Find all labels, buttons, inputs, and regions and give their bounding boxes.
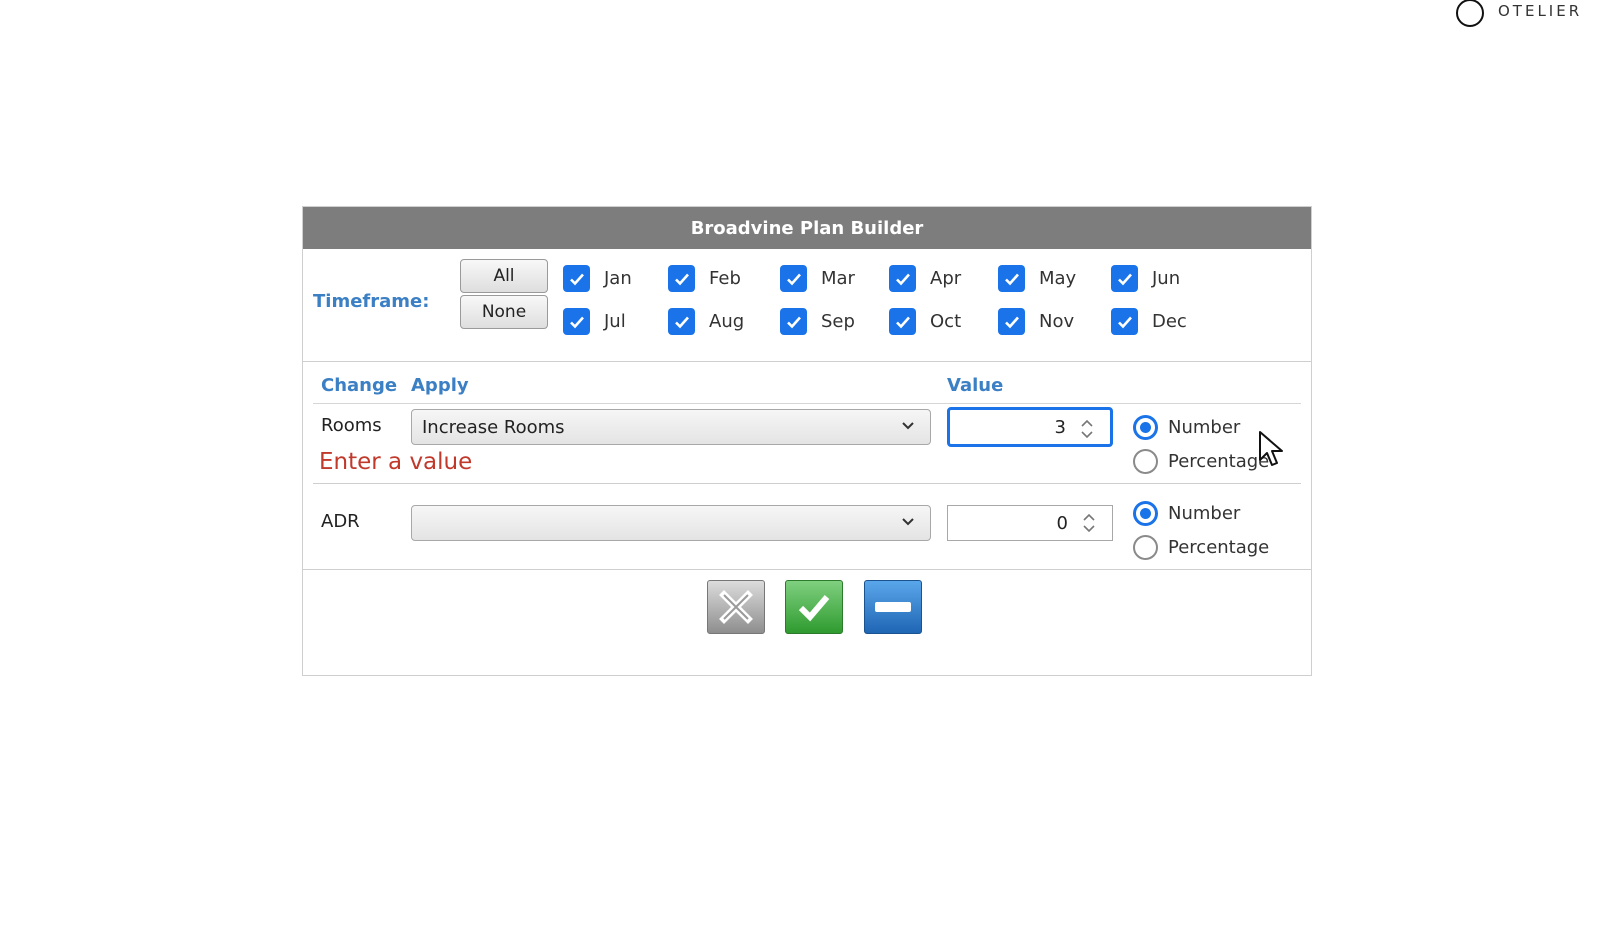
checkbox-checked-icon[interactable] xyxy=(998,308,1025,335)
month-label: May xyxy=(1039,268,1077,289)
adr-percentage-radio[interactable]: Percentage xyxy=(1133,535,1269,560)
checkbox-checked-icon[interactable] xyxy=(563,308,590,335)
checkbox-checked-icon[interactable] xyxy=(889,265,916,292)
month-label: Apr xyxy=(930,268,962,289)
header-divider xyxy=(313,403,1301,404)
adr-number-radio[interactable]: Number xyxy=(1133,501,1240,526)
month-checkbox-aug[interactable]: Aug xyxy=(668,308,744,335)
checkbox-checked-icon[interactable] xyxy=(668,265,695,292)
month-label: Aug xyxy=(709,311,745,332)
remove-button[interactable] xyxy=(864,580,922,634)
radio-unselected-icon[interactable] xyxy=(1133,535,1158,560)
month-checkbox-jun[interactable]: Jun xyxy=(1111,265,1180,292)
cancel-icon xyxy=(719,590,753,624)
adr-value: 0 xyxy=(1056,512,1068,534)
radio-selected-icon[interactable] xyxy=(1133,415,1158,440)
dialog-footer xyxy=(303,569,1311,678)
checkbox-checked-icon[interactable] xyxy=(998,265,1025,292)
timeframe-label: Timeframe: xyxy=(313,291,430,312)
month-checkbox-may[interactable]: May xyxy=(998,265,1076,292)
checkbox-checked-icon[interactable] xyxy=(780,265,807,292)
month-label: Mar xyxy=(821,268,855,289)
rooms-number-radio[interactable]: Number xyxy=(1133,415,1240,440)
chevron-down-icon xyxy=(902,518,914,526)
rooms-value-input[interactable]: 3 xyxy=(947,407,1113,447)
minus-icon xyxy=(875,602,911,612)
month-label: Jul xyxy=(604,311,626,332)
month-label: Oct xyxy=(930,311,962,332)
month-label: Nov xyxy=(1039,311,1075,332)
select-none-button[interactable]: None xyxy=(460,295,548,329)
month-label: Jan xyxy=(604,268,632,289)
rooms-label: Rooms xyxy=(321,415,382,436)
rooms-percentage-radio[interactable]: Percentage xyxy=(1133,449,1269,474)
checkbox-checked-icon[interactable] xyxy=(889,308,916,335)
radio-label: Number xyxy=(1168,503,1241,524)
month-label: Dec xyxy=(1152,311,1187,332)
apply-header: Apply xyxy=(411,375,469,396)
rooms-value: 3 xyxy=(1054,416,1066,438)
value-header: Value xyxy=(947,375,1004,396)
radio-label: Percentage xyxy=(1168,537,1270,558)
month-checkbox-apr[interactable]: Apr xyxy=(889,265,961,292)
brand-ring-icon xyxy=(1456,0,1484,27)
rooms-validation-error: Enter a value xyxy=(319,449,473,475)
adr-value-input[interactable]: 0 xyxy=(947,505,1113,541)
month-checkbox-feb[interactable]: Feb xyxy=(668,265,741,292)
checkbox-checked-icon[interactable] xyxy=(668,308,695,335)
radio-label: Number xyxy=(1168,417,1241,438)
checkbox-checked-icon[interactable] xyxy=(563,265,590,292)
spinner-icon[interactable] xyxy=(1078,417,1096,441)
change-header: Change xyxy=(321,375,398,396)
radio-unselected-icon[interactable] xyxy=(1133,449,1158,474)
adr-label: ADR xyxy=(321,511,360,532)
radio-selected-icon[interactable] xyxy=(1133,501,1158,526)
checkbox-checked-icon[interactable] xyxy=(1111,308,1138,335)
rooms-apply-value: Increase Rooms xyxy=(422,416,565,438)
month-label: Feb xyxy=(709,268,741,289)
dialog-title: Broadvine Plan Builder xyxy=(303,207,1311,249)
month-checkbox-nov[interactable]: Nov xyxy=(998,308,1074,335)
spinner-icon[interactable] xyxy=(1080,511,1098,535)
confirm-button[interactable] xyxy=(785,580,843,634)
select-all-button[interactable]: All xyxy=(460,259,548,293)
month-checkbox-jan[interactable]: Jan xyxy=(563,265,632,292)
month-checkbox-dec[interactable]: Dec xyxy=(1111,308,1187,335)
mouse-pointer-icon xyxy=(1259,431,1283,466)
check-icon xyxy=(798,595,830,622)
month-label: Sep xyxy=(821,311,855,332)
month-label: Jun xyxy=(1152,268,1181,289)
plan-builder-dialog: Broadvine Plan Builder Timeframe: All No… xyxy=(302,206,1312,676)
month-checkbox-mar[interactable]: Mar xyxy=(780,265,855,292)
month-checkbox-oct[interactable]: Oct xyxy=(889,308,961,335)
checkbox-checked-icon[interactable] xyxy=(780,308,807,335)
adr-apply-select[interactable] xyxy=(411,505,931,541)
month-checkbox-sep[interactable]: Sep xyxy=(780,308,855,335)
brand-name: OTELIER xyxy=(1498,2,1583,20)
otelier-logo: OTELIER xyxy=(1456,0,1582,28)
timeframe-section: Timeframe: All None Jan Feb Mar Apr May … xyxy=(303,249,1311,362)
month-checkbox-jul[interactable]: Jul xyxy=(563,308,626,335)
checkbox-checked-icon[interactable] xyxy=(1111,265,1138,292)
changes-section: Change Apply Value Rooms Increase Rooms … xyxy=(303,361,1311,581)
row-divider xyxy=(313,483,1301,484)
cancel-button[interactable] xyxy=(707,580,765,634)
rooms-apply-select[interactable]: Increase Rooms xyxy=(411,409,931,445)
radio-label: Percentage xyxy=(1168,451,1270,472)
chevron-down-icon xyxy=(902,422,914,430)
